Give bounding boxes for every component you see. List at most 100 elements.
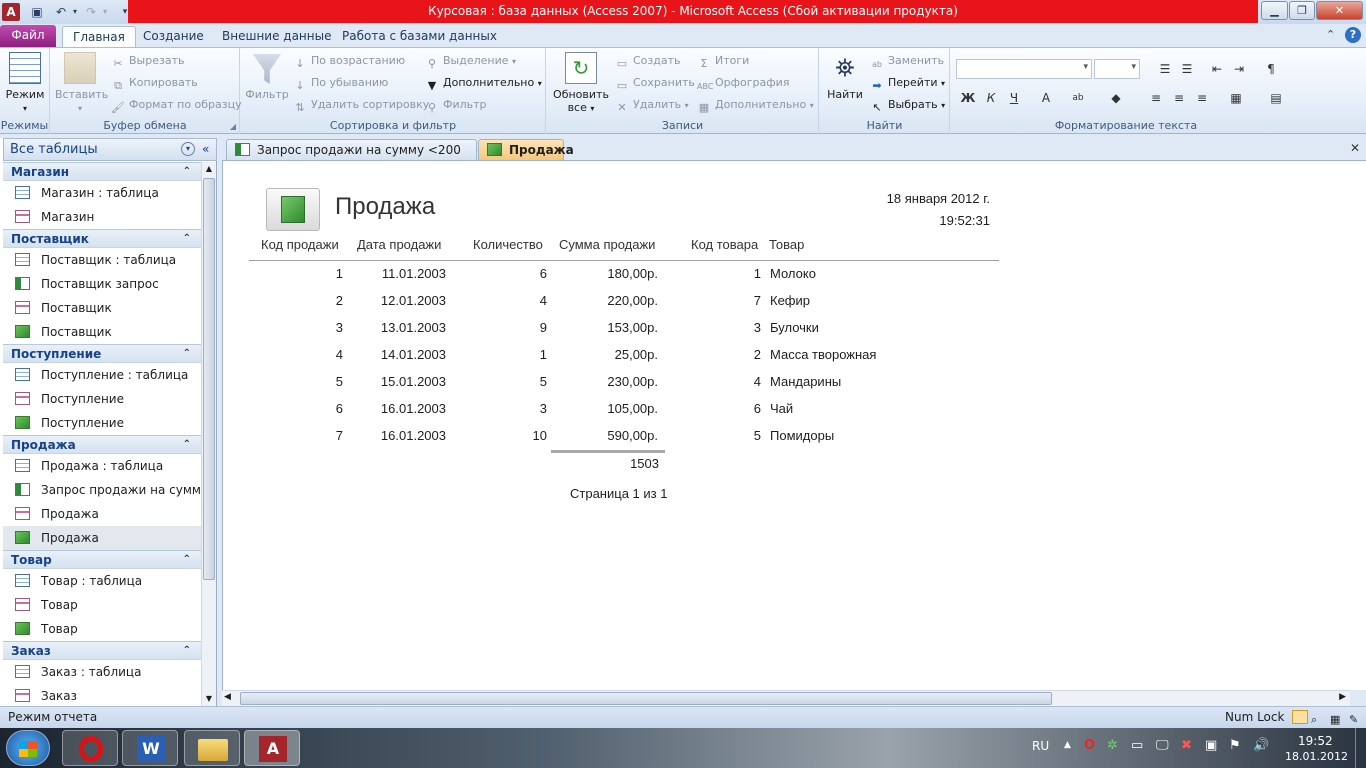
nav-scrollbar[interactable]: ▲ ▼ xyxy=(201,162,216,706)
minimize-button[interactable]: ▁ xyxy=(1261,1,1288,20)
align-right-icon[interactable]: ≡ xyxy=(1193,89,1211,107)
design-view-icon[interactable]: ✎ xyxy=(1349,709,1358,730)
nav-item[interactable]: Продажа xyxy=(3,526,201,550)
align-center-icon[interactable]: ≡ xyxy=(1170,89,1188,107)
help-icon[interactable]: ? xyxy=(1345,27,1361,43)
collapse-group-icon[interactable]: ⌃ xyxy=(183,551,191,569)
nav-item[interactable]: Магазин xyxy=(3,205,201,229)
underline-icon[interactable]: Ч xyxy=(1005,89,1023,107)
tray-flag-icon[interactable]: ⚑ xyxy=(1229,738,1241,753)
nav-item[interactable]: Поставщик запрос xyxy=(3,272,201,296)
shutter-bar-icon[interactable]: « xyxy=(202,139,209,160)
cut-button[interactable]: ✂ Вырезать xyxy=(111,51,184,71)
collapse-group-icon[interactable]: ⌃ xyxy=(183,163,191,181)
tray-volume-icon[interactable]: 🔊 xyxy=(1253,738,1269,753)
language-indicator[interactable]: RU xyxy=(1032,739,1049,753)
copy-button[interactable]: ⧉ Копировать xyxy=(111,73,198,93)
access-app-icon[interactable]: A xyxy=(2,3,20,21)
filter-button[interactable]: Фильтр xyxy=(245,54,289,101)
show-desktop-button[interactable] xyxy=(1355,728,1366,768)
nav-item[interactable]: Поставщик xyxy=(3,320,201,344)
redo-dropdown-icon[interactable]: ▾ xyxy=(96,3,114,21)
tray-network-error-icon[interactable]: ✖ xyxy=(1181,738,1192,753)
nav-scroll-thumb[interactable] xyxy=(203,178,215,580)
taskbar-explorer[interactable] xyxy=(184,730,240,766)
clock-time[interactable]: 19:52 xyxy=(1298,734,1333,748)
tray-expand-icon[interactable]: ▲ xyxy=(1064,740,1071,750)
clipboard-launcher-icon[interactable]: ◢ xyxy=(230,122,236,131)
report-hscrollbar[interactable]: ◀ ▶ xyxy=(222,690,1350,706)
tray-device-icon[interactable]: ▣ xyxy=(1205,738,1217,753)
nav-item[interactable]: Продажа : таблица xyxy=(3,454,201,478)
collapse-group-icon[interactable]: ⌃ xyxy=(183,642,191,660)
remove-sort-button[interactable]: ⇅ Удалить сортировку xyxy=(293,95,429,115)
taskbar-access[interactable]: A xyxy=(244,730,300,766)
nav-group-header[interactable]: Поступление ⌃ xyxy=(3,344,201,363)
paste-button[interactable]: Вставить ▾ xyxy=(55,52,108,114)
increase-indent-icon[interactable]: ⇥ xyxy=(1230,60,1248,78)
start-button[interactable] xyxy=(6,730,50,766)
tray-gear-icon[interactable]: ✲ xyxy=(1107,738,1118,753)
print-preview-icon[interactable]: ⌕ xyxy=(1311,709,1317,730)
collapse-group-icon[interactable]: ⌃ xyxy=(183,230,191,248)
view-button[interactable]: Режим ▾ xyxy=(4,52,46,114)
new-record-button[interactable]: ▭ Создать xyxy=(615,51,681,71)
paragraph-icon[interactable]: ¶ xyxy=(1262,60,1280,78)
hscroll-thumb[interactable] xyxy=(240,692,1052,705)
doc-tab-report[interactable]: Продажа xyxy=(478,139,574,160)
tab-home[interactable]: Главная xyxy=(62,26,136,47)
refresh-all-button[interactable]: ↻ Обновить все ▾ xyxy=(551,52,611,114)
doc-tab-query[interactable]: Запрос продажи на сумму <200 рублей xyxy=(226,139,477,177)
nav-pane-header[interactable]: Все таблицы ▾ « xyxy=(3,138,217,161)
font-family-combo[interactable] xyxy=(956,59,1092,79)
clock-date[interactable]: 18.01.2012 xyxy=(1285,750,1348,763)
sort-descending-button[interactable]: ↓ По убыванию xyxy=(293,73,388,93)
nav-scroll-up-icon[interactable]: ▲ xyxy=(202,162,216,176)
font-size-combo[interactable] xyxy=(1094,59,1140,79)
more-records-button[interactable]: ▦ Дополнительно ▾ xyxy=(697,95,814,115)
font-color-icon[interactable]: A xyxy=(1037,89,1055,107)
nav-item[interactable]: Поставщик : таблица xyxy=(3,248,201,272)
fill-color-icon[interactable]: ◆ xyxy=(1107,89,1125,107)
nav-item[interactable]: Заказ xyxy=(3,684,201,706)
totals-button[interactable]: Σ Итоги xyxy=(697,51,750,71)
spelling-button[interactable]: ABC Орфография xyxy=(697,73,789,93)
align-left-icon[interactable]: ≡ xyxy=(1147,89,1165,107)
hscroll-right-icon[interactable]: ▶ xyxy=(1339,692,1346,702)
nav-group-header[interactable]: Заказ ⌃ xyxy=(3,641,201,660)
report-view-icon[interactable] xyxy=(1292,710,1308,724)
nav-item[interactable]: Поступление xyxy=(3,411,201,435)
tray-monitor-icon[interactable]: 🖵 xyxy=(1156,738,1169,753)
nav-item[interactable]: Поставщик xyxy=(3,296,201,320)
nav-item[interactable]: Запрос продажи на сумму ... xyxy=(3,478,201,502)
sort-ascending-button[interactable]: ↓ По возрастанию xyxy=(293,51,405,71)
taskbar-opera[interactable] xyxy=(62,730,118,766)
nav-item[interactable]: Магазин : таблица xyxy=(3,181,201,205)
select-button[interactable]: ↖ Выбрать ▾ xyxy=(870,95,945,115)
nav-scroll-down-icon[interactable]: ▼ xyxy=(202,692,216,706)
nav-item[interactable]: Товар xyxy=(3,617,201,641)
numbering-icon[interactable]: ☰ xyxy=(1178,60,1196,78)
nav-item[interactable]: Поступление xyxy=(3,387,201,411)
tray-display-icon[interactable]: ▭ xyxy=(1131,738,1143,753)
nav-group-header[interactable]: Поставщик ⌃ xyxy=(3,229,201,248)
delete-record-button[interactable]: ✕ Удалить ▾ xyxy=(615,95,688,115)
save-icon[interactable]: ▣ xyxy=(28,3,46,21)
hscroll-left-icon[interactable]: ◀ xyxy=(224,692,231,702)
save-record-button[interactable]: ▭ Сохранить xyxy=(615,73,695,93)
collapse-group-icon[interactable]: ⌃ xyxy=(183,345,191,363)
help-collapse-icon[interactable]: ⌃ xyxy=(1326,28,1335,41)
collapse-group-icon[interactable]: ⌃ xyxy=(183,436,191,454)
replace-button[interactable]: ab Заменить xyxy=(870,51,944,71)
nav-item[interactable]: Продажа xyxy=(3,502,201,526)
tab-database-tools[interactable]: Работа с базами данных xyxy=(332,26,507,47)
tab-file[interactable]: Файл xyxy=(0,25,56,47)
nav-menu-icon[interactable]: ▾ xyxy=(181,142,195,156)
close-document-icon[interactable]: ✕ xyxy=(1350,141,1360,155)
selection-button[interactable]: ⚲ Выделение ▾ xyxy=(425,51,516,71)
goto-button[interactable]: ➡ Перейти ▾ xyxy=(870,73,945,93)
alternate-row-color-icon[interactable]: ▤ xyxy=(1267,89,1285,107)
nav-item[interactable]: Поступление : таблица xyxy=(3,363,201,387)
nav-group-header[interactable]: Продажа ⌃ xyxy=(3,435,201,454)
restore-button[interactable]: ❐ xyxy=(1289,1,1315,20)
